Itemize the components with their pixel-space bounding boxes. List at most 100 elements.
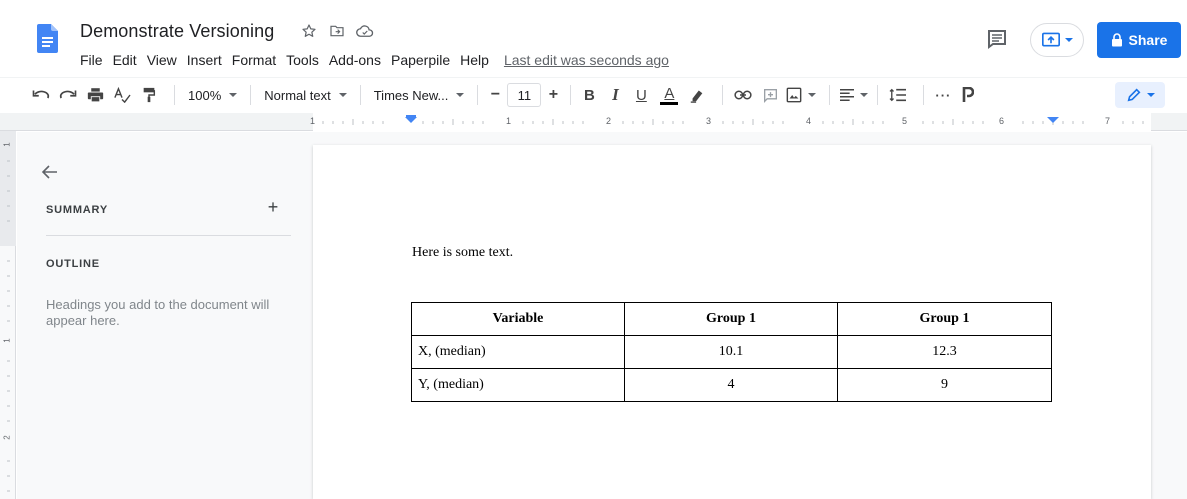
ruler-number: 6 <box>999 116 1005 126</box>
ruler-number: 1 <box>310 116 316 126</box>
move-to-folder-icon[interactable] <box>328 22 346 40</box>
toolbar-divider <box>923 85 925 105</box>
menu-bar: File Edit View Insert Format Tools Add-o… <box>80 50 669 70</box>
text-color-swatch <box>660 101 679 105</box>
menu-tools[interactable]: Tools <box>286 52 319 68</box>
chevron-down-icon <box>860 93 869 97</box>
font-value: Times New... <box>373 87 449 103</box>
highlight-icon[interactable] <box>686 83 708 107</box>
vertical-ruler[interactable]: 1 1 2 <box>0 131 16 499</box>
font-size-input[interactable]: 11 <box>507 83 542 107</box>
vertical-ruler-ticks <box>7 160 10 492</box>
share-button[interactable]: Share <box>1097 22 1181 58</box>
menu-paperpile[interactable]: Paperpile <box>391 52 450 68</box>
outline-heading: OUTLINE <box>46 258 100 270</box>
align-icon <box>840 88 855 102</box>
comment-add-icon[interactable] <box>759 83 781 107</box>
table-cell[interactable]: 4 <box>624 368 838 402</box>
back-arrow-icon[interactable] <box>40 162 60 182</box>
underline-button[interactable]: U <box>632 83 650 107</box>
toolbar-divider <box>877 85 879 105</box>
toolbar-divider <box>477 85 479 105</box>
table-header-row: Variable Group 1 Group 1 <box>411 302 1052 336</box>
align-button[interactable] <box>839 83 869 107</box>
text-color-button[interactable]: A <box>658 83 680 107</box>
menu-help[interactable]: Help <box>460 52 489 68</box>
more-options-button[interactable]: ··· <box>933 83 953 107</box>
sidebar-divider <box>46 235 291 236</box>
chevron-down-icon <box>229 93 238 97</box>
toolbar-divider <box>722 85 724 105</box>
menu-insert[interactable]: Insert <box>187 52 222 68</box>
table-cell[interactable]: 10.1 <box>624 335 838 369</box>
document-title[interactable]: Demonstrate Versioning <box>80 21 274 42</box>
font-select[interactable]: Times New... <box>370 88 469 103</box>
share-label: Share <box>1128 32 1168 48</box>
edit-mode-icon <box>1127 88 1140 102</box>
redo-icon[interactable] <box>57 83 79 107</box>
menu-view[interactable]: View <box>147 52 177 68</box>
table-header-cell[interactable]: Group 1 <box>624 302 838 336</box>
undo-icon[interactable] <box>30 83 52 107</box>
add-summary-button[interactable]: + <box>266 198 280 216</box>
summary-heading: SUMMARY <box>46 204 109 216</box>
table-cell[interactable]: Y, (median) <box>411 368 625 402</box>
title-row: Demonstrate Versioning <box>80 18 374 44</box>
table-cell[interactable]: 9 <box>837 368 1052 402</box>
star-icon[interactable] <box>300 22 318 40</box>
toolbar-divider <box>359 85 361 105</box>
bold-button[interactable]: B <box>580 83 598 107</box>
print-icon[interactable] <box>84 83 106 107</box>
menu-file[interactable]: File <box>80 52 103 68</box>
vertical-ruler-number: 2 <box>2 435 12 440</box>
horizontal-ruler[interactable]: 1 1 2 3 4 5 6 7 <box>0 113 1187 131</box>
paint-format-icon[interactable] <box>138 83 160 107</box>
present-button[interactable] <box>1030 23 1084 57</box>
toolbar-divider <box>250 85 252 105</box>
ruler-number: 7 <box>1105 116 1111 126</box>
image-icon <box>786 87 802 103</box>
data-table[interactable]: Variable Group 1 Group 1 X, (median) 10.… <box>411 302 1052 402</box>
table-cell[interactable]: X, (median) <box>411 335 625 369</box>
document-page[interactable]: Here is some text. Variable Group 1 Grou… <box>313 145 1151 499</box>
paperpile-icon[interactable] <box>961 83 975 107</box>
increase-font-size-button[interactable]: + <box>545 83 561 107</box>
comments-icon[interactable] <box>985 27 1009 51</box>
last-edit-link[interactable]: Last edit was seconds ago <box>504 52 669 68</box>
menu-edit[interactable]: Edit <box>113 52 137 68</box>
menu-addons[interactable]: Add-ons <box>329 52 381 68</box>
docs-logo-icon[interactable] <box>37 24 58 53</box>
decrease-font-size-button[interactable]: − <box>487 83 503 107</box>
text-color-label: A <box>664 84 675 102</box>
italic-button[interactable]: I <box>606 83 624 107</box>
zoom-select[interactable]: 100% <box>184 88 241 103</box>
present-icon <box>1042 32 1060 47</box>
ruler-number: 1 <box>506 116 512 126</box>
menu-format[interactable]: Format <box>232 52 276 68</box>
spellcheck-icon[interactable] <box>111 83 133 107</box>
app-header: Demonstrate Versioning File Edit View In… <box>0 0 1187 76</box>
toolbar-divider <box>570 85 572 105</box>
link-icon[interactable] <box>732 83 754 107</box>
table-cell[interactable]: 12.3 <box>837 335 1052 369</box>
vertical-ruler-number: 1 <box>2 338 12 343</box>
toolbar: 100% Normal text Times New... − 11 + B I… <box>0 77 1187 112</box>
line-spacing-icon[interactable] <box>887 83 909 107</box>
toolbar-divider <box>174 85 175 105</box>
body-paragraph[interactable]: Here is some text. <box>412 245 513 261</box>
vertical-ruler-number: 1 <box>2 142 12 147</box>
ruler-strip: 1 1 2 3 4 5 6 7 <box>310 113 1151 131</box>
ruler-ticks <box>322 115 1144 125</box>
table-header-cell[interactable]: Group 1 <box>837 302 1052 336</box>
lock-icon <box>1111 33 1122 47</box>
table-header-cell[interactable]: Variable <box>411 302 625 336</box>
chevron-down-icon <box>808 93 817 97</box>
insert-image-button[interactable] <box>786 83 817 107</box>
paragraph-style-select[interactable]: Normal text <box>260 88 350 103</box>
editing-mode-button[interactable] <box>1115 82 1165 108</box>
table-row: Y, (median) 4 9 <box>411 368 1052 402</box>
chevron-down-icon <box>456 93 465 97</box>
chevron-down-icon <box>338 93 347 97</box>
ruler-number: 4 <box>806 116 812 126</box>
cloud-saved-icon[interactable] <box>356 22 374 40</box>
